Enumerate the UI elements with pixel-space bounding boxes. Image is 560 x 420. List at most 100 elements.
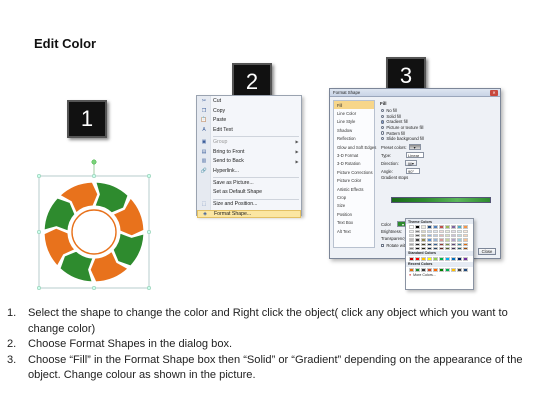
- nav-item-text-box[interactable]: Text Box: [334, 218, 374, 226]
- color-swatch[interactable]: [451, 238, 456, 242]
- color-swatch[interactable]: [451, 230, 456, 234]
- menu-item-format-shape[interactable]: ◈ Format Shape...: [197, 209, 301, 219]
- ring-graphic[interactable]: [34, 158, 154, 290]
- color-swatch[interactable]: [433, 225, 438, 229]
- color-swatch[interactable]: [433, 230, 438, 234]
- sizing-handle[interactable]: [92, 174, 97, 179]
- color-swatch[interactable]: [421, 225, 426, 229]
- nav-item-position[interactable]: Position: [334, 210, 374, 218]
- sizing-handle[interactable]: [37, 174, 41, 179]
- color-swatch[interactable]: [451, 256, 456, 261]
- nav-item-artistic-effects[interactable]: Artistic Effects: [334, 185, 374, 193]
- fill-options[interactable]: No fill Solid fill Gradient fill Picture or…: [378, 108, 498, 142]
- color-swatch[interactable]: [439, 230, 444, 234]
- direction-button[interactable]: ▤▾: [405, 160, 417, 166]
- color-swatch[interactable]: [421, 256, 426, 261]
- color-swatch[interactable]: [427, 230, 432, 234]
- color-swatch[interactable]: [457, 267, 462, 272]
- radio-button[interactable]: [381, 114, 385, 119]
- ring-arrow-segment[interactable]: [43, 197, 76, 232]
- menu-item-hyperlink[interactable]: 🔗 Hyperlink...: [197, 167, 301, 175]
- color-swatch[interactable]: [445, 267, 450, 272]
- ring-arrow-segment[interactable]: [112, 232, 145, 267]
- color-palette-dropdown[interactable]: Theme Colors Standard Colors Recent Colo…: [405, 218, 474, 290]
- dialog-nav-list[interactable]: Fill Line Color Line Style Shadow Reflection…: [333, 100, 376, 248]
- color-swatch[interactable]: [415, 230, 420, 234]
- color-swatch[interactable]: [421, 246, 426, 250]
- nav-item-picture-color[interactable]: Picture Color: [334, 177, 374, 185]
- nav-item-glow-and-soft-edges[interactable]: Glow and Soft Edges: [334, 143, 376, 151]
- color-swatch[interactable]: [409, 225, 414, 229]
- color-swatch[interactable]: [445, 242, 450, 246]
- color-swatch[interactable]: [445, 234, 450, 238]
- context-menu[interactable]: ✂ Cut ❐ Copy 📋 Paste A Edit Text ▣ Group ▶ ▤ Bring t…: [196, 95, 302, 219]
- rotate-checkbox[interactable]: [381, 243, 385, 248]
- sizing-handle[interactable]: [37, 229, 41, 234]
- radio-button[interactable]: [381, 125, 385, 130]
- color-swatch[interactable]: [439, 234, 444, 238]
- color-swatch[interactable]: [421, 234, 426, 238]
- color-swatch[interactable]: [433, 267, 438, 272]
- radio-button[interactable]: [381, 109, 385, 113]
- color-swatch[interactable]: [451, 246, 456, 250]
- more-colors-item[interactable]: ● More Colors...: [406, 273, 473, 278]
- color-swatch[interactable]: [463, 256, 468, 261]
- color-swatch[interactable]: [409, 246, 414, 250]
- color-swatch[interactable]: [433, 256, 438, 261]
- color-swatch[interactable]: [463, 267, 468, 272]
- color-swatch[interactable]: [445, 230, 450, 234]
- menu-item-copy[interactable]: ❐ Copy: [197, 107, 301, 115]
- menu-item-cut[interactable]: ✂ Cut: [197, 97, 301, 105]
- color-swatch[interactable]: [445, 246, 450, 250]
- menu-item-set-as-default-shape[interactable]: Set as Default Shape: [197, 188, 301, 196]
- color-swatch[interactable]: [409, 234, 414, 238]
- radio-button[interactable]: [381, 120, 385, 124]
- color-swatch[interactable]: [439, 238, 444, 242]
- color-swatch[interactable]: [421, 238, 426, 242]
- preset-colors-button[interactable]: ▾: [408, 144, 421, 150]
- color-swatch[interactable]: [433, 242, 438, 246]
- color-swatch[interactable]: [409, 238, 414, 242]
- gradient-stops-bar[interactable]: [391, 197, 491, 203]
- nav-item-alt-text[interactable]: Alt Text: [334, 227, 374, 235]
- radio-button[interactable]: [381, 131, 385, 135]
- nav-item-size[interactable]: Size: [334, 202, 374, 210]
- color-swatch[interactable]: [421, 267, 426, 272]
- close-button[interactable]: Close: [478, 248, 496, 255]
- rotation-handle[interactable]: [91, 159, 97, 165]
- color-swatch[interactable]: [463, 234, 468, 238]
- nav-item-3-d-format[interactable]: 3-D Format: [334, 151, 374, 159]
- sizing-handle[interactable]: [146, 285, 151, 290]
- color-swatch[interactable]: [463, 225, 468, 229]
- color-swatch[interactable]: [427, 238, 432, 242]
- menu-item-bring-to-front[interactable]: ▤ Bring to Front ▶: [197, 147, 301, 155]
- menu-item-edit-text[interactable]: A Edit Text: [197, 126, 301, 134]
- circular-arrow-diagram[interactable]: [34, 158, 154, 290]
- color-swatch[interactable]: [457, 242, 462, 246]
- color-swatch[interactable]: [415, 242, 420, 246]
- nav-item-crop[interactable]: Crop: [334, 193, 374, 201]
- close-icon[interactable]: ✕: [490, 90, 498, 96]
- color-swatch[interactable]: [463, 230, 468, 234]
- color-swatch[interactable]: [457, 234, 462, 238]
- color-swatch[interactable]: [427, 242, 432, 246]
- color-swatch[interactable]: [463, 242, 468, 246]
- color-swatch[interactable]: [457, 238, 462, 242]
- color-swatch[interactable]: [451, 234, 456, 238]
- color-swatch[interactable]: [415, 267, 420, 272]
- menu-item-send-to-back[interactable]: ▥ Send to Back ▶: [197, 157, 301, 165]
- color-swatch[interactable]: [415, 256, 420, 261]
- color-swatch[interactable]: [439, 242, 444, 246]
- color-swatch[interactable]: [433, 238, 438, 242]
- color-swatch[interactable]: [427, 246, 432, 250]
- color-swatch[interactable]: [409, 256, 414, 261]
- color-swatch[interactable]: [463, 238, 468, 242]
- sizing-handle[interactable]: [146, 229, 151, 234]
- color-swatch[interactable]: [409, 267, 414, 272]
- color-swatch[interactable]: [457, 246, 462, 250]
- dialog-title-bar[interactable]: Format Shape: [330, 89, 500, 97]
- color-swatch[interactable]: [439, 267, 444, 272]
- color-swatch[interactable]: [451, 225, 456, 229]
- color-swatch[interactable]: [451, 267, 456, 272]
- color-swatch[interactable]: [427, 234, 432, 238]
